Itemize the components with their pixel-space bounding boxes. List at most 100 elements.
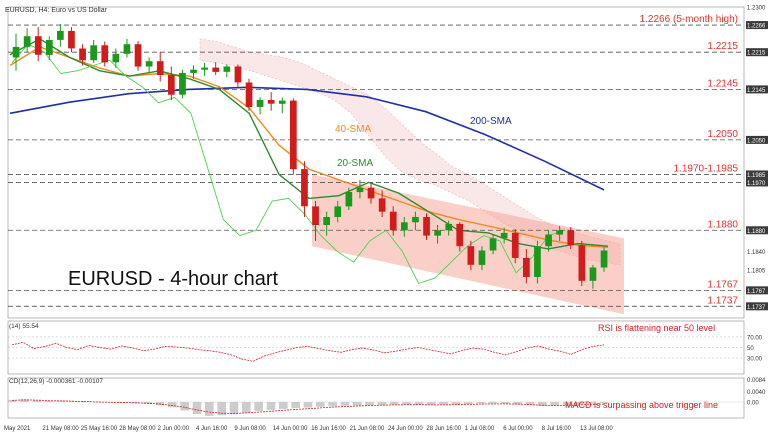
candle xyxy=(489,238,497,251)
price-tick: 1.1737 xyxy=(747,305,766,311)
price-tick: 1.2050 xyxy=(747,138,766,144)
macd-bar xyxy=(377,402,387,405)
candle xyxy=(156,61,164,75)
x-tick-label: 1 Jul 08:00 xyxy=(465,426,495,432)
candle xyxy=(201,67,208,70)
candle xyxy=(312,206,319,225)
candle xyxy=(34,36,42,55)
macd-bar xyxy=(205,402,214,416)
candle xyxy=(290,100,297,170)
x-tick-label: 2 Jun 00:00 xyxy=(158,426,190,432)
candle xyxy=(245,82,253,107)
level-label: 1.1767 xyxy=(707,279,738,290)
macd-bar xyxy=(340,402,350,406)
macd-bar xyxy=(229,402,239,415)
x-tick-label: 21 May 08:00 xyxy=(42,426,79,432)
candle xyxy=(190,69,197,73)
candle xyxy=(356,187,364,193)
rsi-label: (14) 55.54 xyxy=(9,323,39,330)
candle xyxy=(323,217,330,225)
macd-bar xyxy=(94,402,103,403)
candle xyxy=(179,72,186,95)
x-tick-label: 6 Jul 00:00 xyxy=(503,426,533,432)
candle xyxy=(423,217,430,236)
candle xyxy=(145,61,153,67)
level-label: 1.1970-1.1985 xyxy=(673,163,738,174)
candle xyxy=(301,169,308,207)
chart-root: 1.2266 (5-month high) 1.2215 1.2145 1.2050 1… xyxy=(0,0,768,439)
candle xyxy=(523,257,530,277)
candle xyxy=(223,66,231,72)
macd-note: MACD is surpassing above trigger line xyxy=(565,400,718,410)
x-tick-label: 9 Jun 08:00 xyxy=(234,426,266,432)
rsi-tick: 50 xyxy=(747,346,754,352)
candle xyxy=(12,46,20,58)
candle xyxy=(534,246,541,277)
candle xyxy=(445,223,453,231)
macd-bar xyxy=(316,402,325,407)
candle xyxy=(68,30,75,49)
macd-bar xyxy=(168,402,177,408)
candle xyxy=(389,211,397,231)
x-tick-label: May 2021 xyxy=(4,426,31,432)
candle xyxy=(256,100,264,107)
candle xyxy=(556,230,563,235)
candle xyxy=(511,232,519,258)
macd-bar xyxy=(242,402,251,413)
macd-bar xyxy=(513,402,522,405)
macd-bar xyxy=(464,402,473,405)
level-label: 1.2266 (5-month high) xyxy=(640,14,738,25)
candle xyxy=(79,48,86,61)
candle xyxy=(367,187,375,199)
annotation-40-sma: 40-SMA xyxy=(335,124,371,135)
macd-bar xyxy=(353,402,362,406)
candle xyxy=(101,45,109,63)
candle xyxy=(456,223,464,247)
candle xyxy=(345,192,353,207)
candle xyxy=(467,246,475,265)
macd-bar xyxy=(180,402,189,411)
rsi-tick: 30.00 xyxy=(747,357,763,363)
level-label: 1.2215 xyxy=(707,41,738,52)
macd-bar xyxy=(81,401,91,403)
macd-label: CD(12,26,9) -0.000361 -0.00107 xyxy=(9,378,103,385)
x-tick-label: 25 May 16:00 xyxy=(81,426,118,432)
price-tick: 1.1970 xyxy=(747,181,766,187)
candle xyxy=(545,234,552,247)
price-tick: 1.2266 xyxy=(747,24,766,30)
candle xyxy=(378,198,386,212)
eurusd-chart: 1.2266 (5-month high) 1.2215 1.2145 1.2050 1… xyxy=(0,0,768,439)
rsi-note: RSI is flattening near 50 level xyxy=(598,323,715,333)
price-tick: 1.1805 xyxy=(747,269,766,275)
x-tick-label: 14 Jun 00:00 xyxy=(273,426,308,432)
candle xyxy=(589,267,597,281)
candle xyxy=(500,232,508,239)
price-tick: 1.1880 xyxy=(747,229,766,235)
macd-bar xyxy=(291,402,300,409)
rsi-tick: 70.00 xyxy=(747,335,763,341)
candle xyxy=(123,44,131,54)
macd-tick: 0.0084 xyxy=(747,378,766,384)
macd-bar xyxy=(365,402,374,406)
macd-bar xyxy=(303,402,313,408)
macd-tick: 0.00 xyxy=(747,401,759,407)
level-label: 1.1737 xyxy=(707,295,738,306)
candle xyxy=(578,245,586,281)
candle xyxy=(134,44,142,67)
x-tick-label: 13 Jul 08:00 xyxy=(580,426,613,432)
candle xyxy=(567,230,575,246)
candle xyxy=(434,230,441,236)
candle xyxy=(267,100,275,104)
chart-title: EURUSD - 4-hour chart xyxy=(68,268,279,290)
x-tick-label: 21 Jun 08:00 xyxy=(350,426,385,432)
candle xyxy=(57,30,64,40)
price-tick: 1.2145 xyxy=(747,88,766,94)
macd-tick: 0.0040 xyxy=(747,390,766,396)
price-tick: 1.2215 xyxy=(747,51,766,57)
candle xyxy=(401,222,408,231)
candle xyxy=(278,100,286,104)
macd-bar xyxy=(254,402,263,412)
price-tick: 1.1767 xyxy=(747,289,766,295)
price-tick: 1.1985 xyxy=(747,173,766,179)
price-tick: 1.1840 xyxy=(747,250,766,256)
